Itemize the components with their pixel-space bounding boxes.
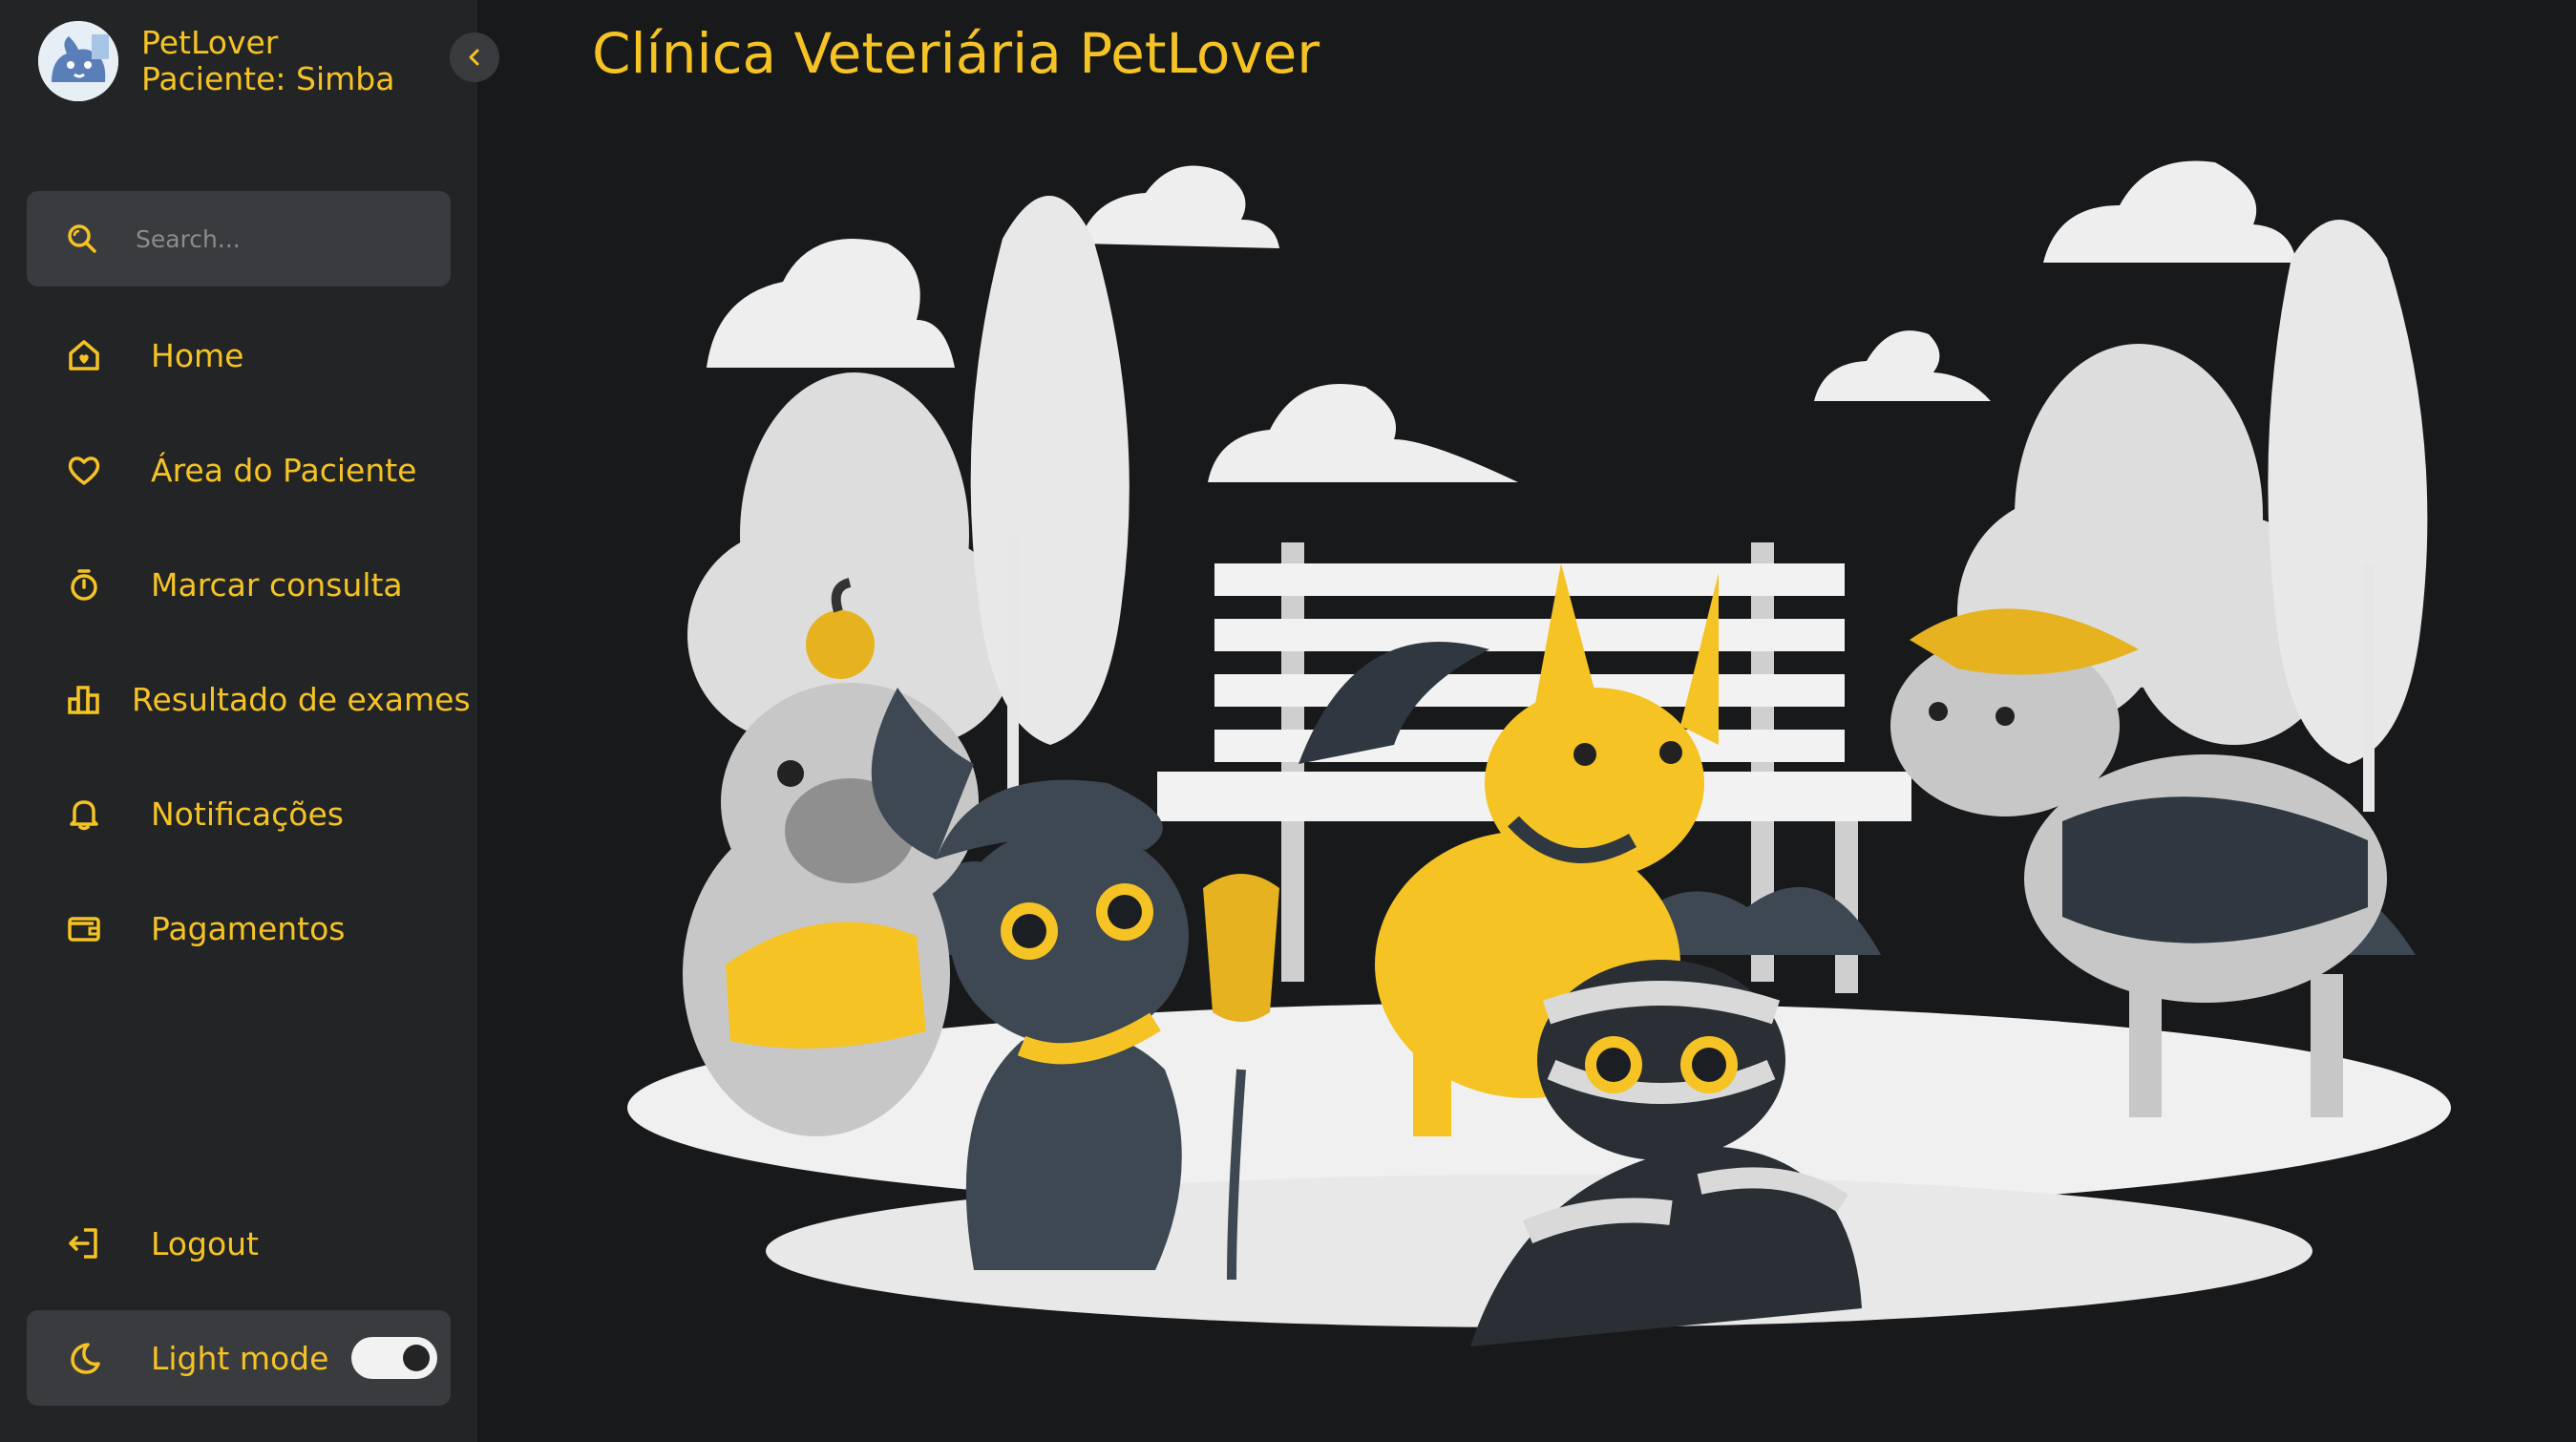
mode-switch[interactable] <box>351 1337 437 1379</box>
avatar <box>38 21 118 101</box>
brand-name: PetLover <box>141 24 279 61</box>
nav-label-patient-area: Área do Paciente <box>151 451 417 489</box>
collapse-sidebar-button[interactable] <box>450 32 499 82</box>
nav-item-exam-results[interactable]: Resultado de exames <box>27 661 471 737</box>
bar-chart-icon <box>65 680 103 718</box>
search-icon <box>68 224 96 253</box>
switch-knob <box>403 1345 430 1371</box>
nav-label-payments: Pagamentos <box>151 909 346 947</box>
hero-illustration <box>573 153 2521 1350</box>
nav-item-home[interactable]: Home <box>27 317 466 393</box>
sidebar: PetLover Paciente: Simba Home <box>0 0 499 1442</box>
search-box[interactable] <box>27 191 451 286</box>
nav-label-schedule: Marcar consulta <box>151 565 403 604</box>
logout-icon <box>65 1224 122 1262</box>
nav-item-patient-area[interactable]: Área do Paciente <box>27 432 466 508</box>
timer-icon <box>65 565 122 604</box>
logout-label: Logout <box>151 1224 259 1262</box>
home-icon <box>65 336 122 374</box>
bell-icon <box>65 795 122 833</box>
page-title: Clínica Veteriária PetLover <box>592 21 1320 86</box>
search-input[interactable] <box>136 224 412 253</box>
nav-label-notifications: Notificações <box>151 795 344 833</box>
nav-item-schedule[interactable]: Marcar consulta <box>27 546 466 623</box>
chevron-left-icon <box>469 49 479 66</box>
nav-label-home: Home <box>151 336 244 374</box>
light-mode-toggle[interactable]: Light mode <box>27 1310 451 1406</box>
mode-label: Light mode <box>151 1339 329 1377</box>
patient-name: Paciente: Simba <box>141 60 395 97</box>
nav-item-notifications[interactable]: Notificações <box>27 775 466 852</box>
heart-icon <box>65 451 122 489</box>
logout-button[interactable]: Logout <box>27 1205 466 1282</box>
nav-label-exam-results: Resultado de exames <box>132 680 471 718</box>
nav-item-payments[interactable]: Pagamentos <box>27 890 466 966</box>
brand: PetLover Paciente: Simba <box>38 21 394 101</box>
moon-icon <box>65 1339 122 1377</box>
wallet-icon <box>65 909 122 947</box>
